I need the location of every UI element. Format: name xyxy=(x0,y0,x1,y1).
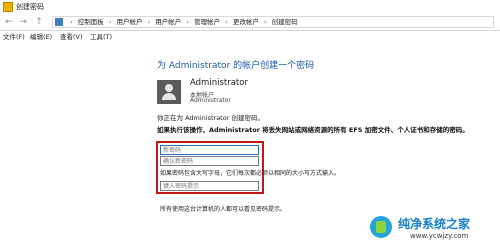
hint-visibility-note: 所有使用这台计算机的人都可以看见密码提示。 xyxy=(160,206,287,213)
user-icon-body xyxy=(162,93,176,100)
menu-edit[interactable]: 编辑(E) xyxy=(30,31,52,43)
confirm-password-field[interactable] xyxy=(160,156,259,166)
breadcrumb-separator: › xyxy=(186,18,189,26)
breadcrumb-control-panel[interactable]: 控制面板 xyxy=(78,17,104,27)
user-name: Administrator xyxy=(190,78,248,88)
breadcrumb-user-accounts[interactable]: 用户帐户 xyxy=(117,17,143,27)
breadcrumb-change-account[interactable]: 更改帐户 xyxy=(233,17,259,27)
breadcrumb-separator: › xyxy=(147,18,151,26)
address-bar: ← → ↑ › 控制面板 › 用户帐户 › 用户帐户 › 管理帐户 › 更改帐户… xyxy=(0,14,500,31)
breadcrumb-separator: › xyxy=(108,18,112,26)
breadcrumb-manage-accounts[interactable]: 管理帐户 xyxy=(194,17,220,27)
back-button[interactable]: ← xyxy=(4,16,14,28)
breadcrumb-user-accounts-2[interactable]: 用户帐户 xyxy=(155,17,181,27)
menu-tools[interactable]: 工具(T) xyxy=(90,31,112,43)
breadcrumb-create-password[interactable]: 创建密码 xyxy=(272,17,298,27)
user-icon-head xyxy=(165,84,173,92)
user-group: Administrator xyxy=(190,97,231,104)
page-title: 为 Administrator 的帐户创建一个密码 xyxy=(157,61,315,71)
password-hint-field[interactable] xyxy=(160,181,259,191)
breadcrumb-separator: › xyxy=(263,18,267,26)
forward-button[interactable]: → xyxy=(18,16,28,28)
watermark-logo-icon xyxy=(370,216,392,238)
up-button[interactable]: ↑ xyxy=(34,16,44,28)
address-field[interactable]: › 控制面板 › 用户帐户 › 用户帐户 › 管理帐户 › 更改帐户 › 创建密… xyxy=(52,16,494,28)
menu-bar: 文件(F) 编辑(E) 查看(V) 工具(T) xyxy=(0,31,500,43)
avatar xyxy=(157,80,181,104)
folder-icon xyxy=(3,2,13,12)
watermark-url: www.ycwjzy.com xyxy=(410,232,469,240)
new-password-field[interactable] xyxy=(160,145,259,155)
watermark-title: 纯净系统之家 xyxy=(398,217,471,231)
watermark: 纯净系统之家 www.ycwjzy.com xyxy=(370,214,496,246)
breadcrumb-separator: › xyxy=(70,18,73,26)
menu-file[interactable]: 文件(F) xyxy=(3,31,25,43)
title-bar: 创建密码 xyxy=(0,0,500,14)
control-panel-icon xyxy=(55,18,63,26)
window-title: 创建密码 xyxy=(16,3,44,11)
breadcrumb-separator: › xyxy=(225,18,228,26)
watermark-logo-leaf xyxy=(376,221,386,233)
caps-hint-text: 如果密码包含大写字母，它们每次都必须以相同的大小写方式输入。 xyxy=(160,170,341,177)
menu-view[interactable]: 查看(V) xyxy=(60,31,83,43)
info-text: 你正在为 Administrator 创建密码。 xyxy=(157,114,264,122)
warning-text: 如果执行该操作，Administrator 将丢失网站或网络资源的所有 EFS … xyxy=(157,126,469,134)
